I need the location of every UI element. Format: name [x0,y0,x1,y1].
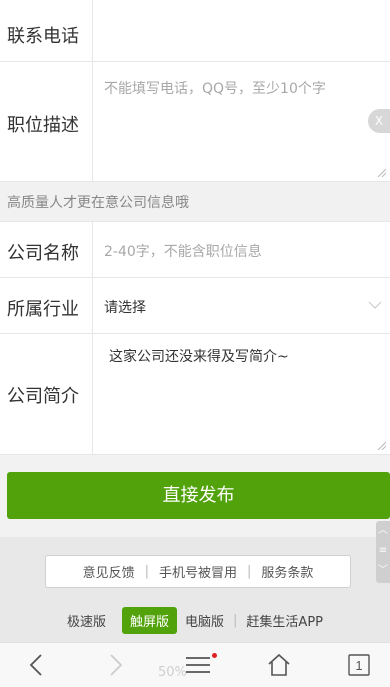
home-button[interactable] [259,647,299,683]
phone-label: 联系电话 [7,26,79,47]
chevron-up-icon: ︿ [378,525,388,536]
divider [92,62,93,181]
divider [92,334,93,454]
back-arrow-icon [29,654,42,676]
industry-label: 所属行业 [7,299,79,320]
back-button[interactable] [16,647,56,683]
section-hint: 高质量人才更在意公司信息哦 [0,182,390,222]
browser-toolbar: 50% 1 [0,642,390,687]
chevron-down-icon: ﹀ [378,565,388,576]
phone-row[interactable]: 联系电话 [0,0,390,62]
job-description-textarea[interactable]: 不能填写电话，QQ号，至少10个字 [104,78,364,100]
chevron-down-icon [368,301,382,309]
industry-row[interactable]: 所属行业 请选择 [0,278,390,334]
footer-links: 意见反馈 | 手机号被冒用 | 服务条款 [45,555,351,588]
hamburger-icon [186,657,210,673]
scroll-handle[interactable]: ︿ ≡ ﹀ [376,521,390,583]
spacer [0,455,390,470]
company-intro-label: 公司简介 [7,386,79,407]
version-app[interactable]: 赶集生活APP [246,611,323,630]
section-hint-text: 高质量人才更在意公司信息哦 [7,195,189,211]
tabs-icon: 1 [348,654,370,676]
publish-button[interactable]: 直接发布 [7,472,390,519]
menu-button[interactable] [178,647,218,683]
notification-dot [212,653,217,658]
tab-count: 1 [355,658,362,673]
company-name-row[interactable]: 公司名称 2-40字，不能含职位信息 [0,222,390,278]
home-icon [268,653,290,676]
version-touch[interactable]: 触屏版 [122,606,178,634]
company-intro-textarea[interactable]: 这家公司还没来得及写简介~ [109,346,289,366]
divider [92,0,93,61]
version-lite[interactable]: 极速版 [67,611,106,630]
version-switcher: 极速版 触屏版 电脑版 | 赶集生活APP [0,605,390,635]
tabs-button[interactable]: 1 [339,647,379,683]
terms-link[interactable]: 服务条款 [261,562,313,581]
company-name-input[interactable]: 2-40字，不能含职位信息 [104,241,262,261]
resize-grip-icon[interactable] [376,440,386,450]
forward-button[interactable] [96,647,136,683]
clear-button[interactable]: X [368,109,390,133]
resize-grip-icon[interactable] [376,167,386,177]
company-name-label: 公司名称 [7,243,79,264]
company-intro-row[interactable]: 公司简介 这家公司还没来得及写简介~ [0,334,390,455]
separator: | [144,564,149,579]
divider [92,278,93,333]
separator: | [233,612,238,628]
menu-lines-icon: ≡ [378,545,388,556]
divider [92,222,93,277]
forward-arrow-icon [110,654,123,676]
feedback-link[interactable]: 意见反馈 [83,562,135,581]
separator: | [247,564,252,579]
job-description-row[interactable]: 职位描述 不能填写电话，QQ号，至少10个字 [0,62,390,182]
phone-misuse-link[interactable]: 手机号被冒用 [159,562,237,581]
industry-select[interactable]: 请选择 [104,297,146,317]
job-description-label: 职位描述 [7,115,79,136]
version-pc[interactable]: 电脑版 [185,611,224,630]
